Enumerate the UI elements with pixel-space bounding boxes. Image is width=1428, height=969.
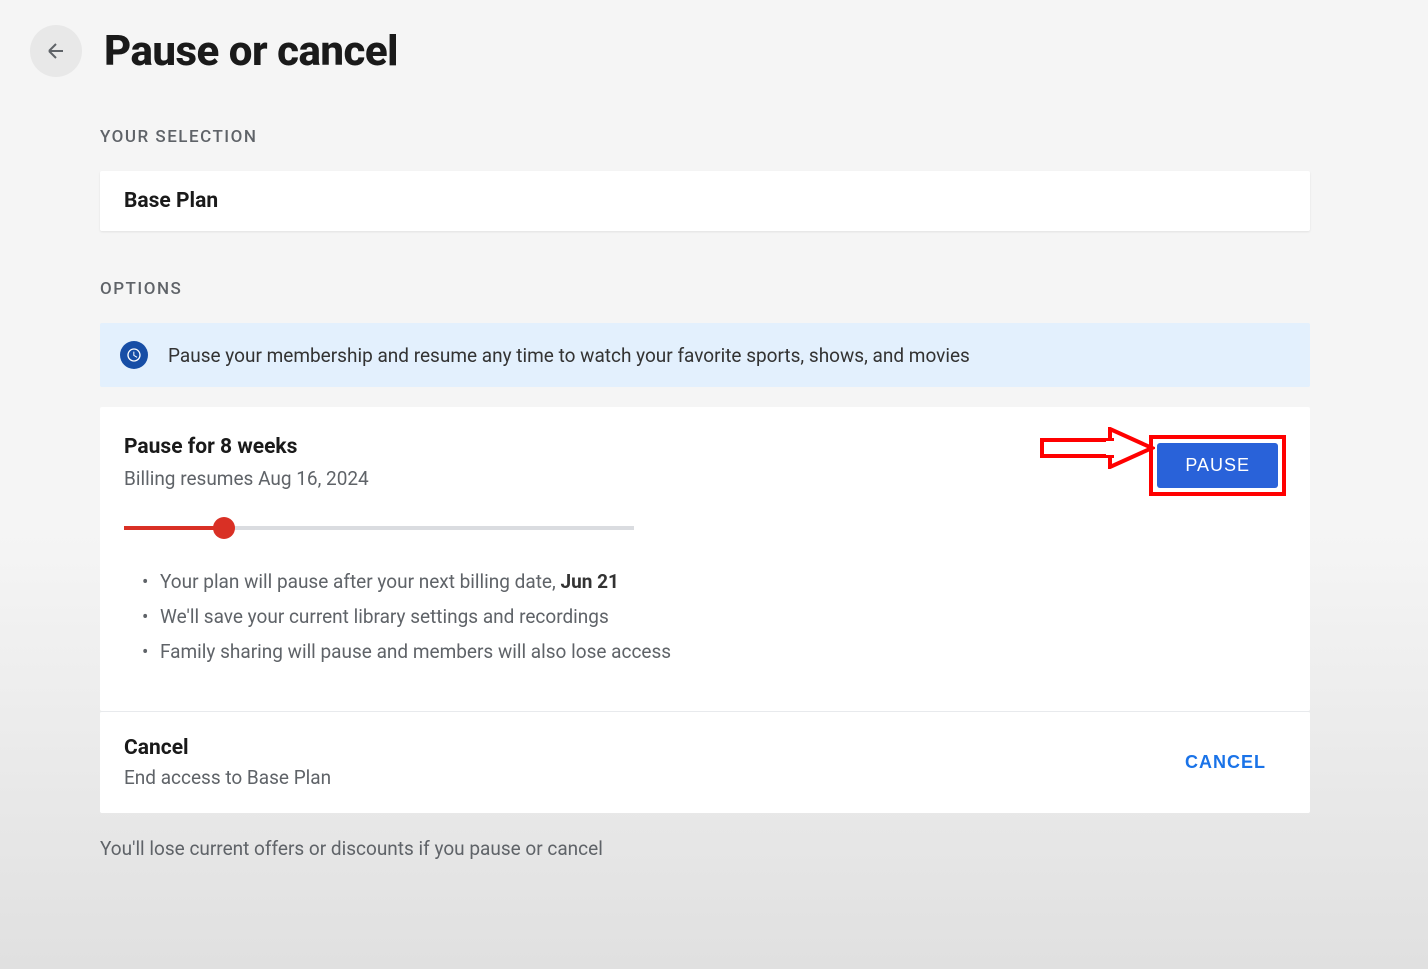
plan-name: Base Plan (124, 189, 1286, 213)
selection-label: YOUR SELECTION (100, 127, 1310, 147)
pause-duration-slider[interactable] (124, 526, 634, 530)
main-content: YOUR SELECTION Base Plan OPTIONS Pause y… (100, 127, 1310, 860)
page-title: Pause or cancel (104, 27, 398, 76)
list-item: We'll save your current library settings… (142, 605, 1286, 628)
slider-thumb[interactable] (213, 517, 235, 539)
arrow-left-icon (44, 39, 68, 63)
pause-card: Pause for 8 weeks Billing resumes Aug 16… (100, 407, 1310, 711)
list-item: Family sharing will pause and members wi… (142, 640, 1286, 663)
footer-warning: You'll lose current offers or discounts … (100, 837, 1310, 860)
options-label: OPTIONS (100, 279, 1310, 299)
selection-card: Base Plan (100, 171, 1310, 231)
cancel-card: Cancel End access to Base Plan CANCEL (100, 711, 1310, 813)
back-button[interactable] (30, 25, 82, 77)
pause-button[interactable]: PAUSE (1157, 443, 1278, 488)
slider-fill (124, 526, 224, 530)
page-header: Pause or cancel (30, 25, 1398, 77)
annotation-arrow (1040, 427, 1155, 473)
pause-title: Pause for 8 weeks (124, 435, 369, 459)
banner-text: Pause your membership and resume any tim… (168, 344, 970, 367)
cancel-subtitle: End access to Base Plan (124, 766, 331, 789)
clock-icon (120, 341, 148, 369)
cancel-button[interactable]: CANCEL (1185, 752, 1286, 773)
annotation-highlight-box: PAUSE (1149, 435, 1286, 496)
list-item: Your plan will pause after your next bil… (142, 570, 1286, 593)
pause-details-list: Your plan will pause after your next bil… (124, 570, 1286, 663)
cancel-title: Cancel (124, 736, 331, 760)
info-banner: Pause your membership and resume any tim… (100, 323, 1310, 387)
pause-subtitle: Billing resumes Aug 16, 2024 (124, 467, 369, 490)
